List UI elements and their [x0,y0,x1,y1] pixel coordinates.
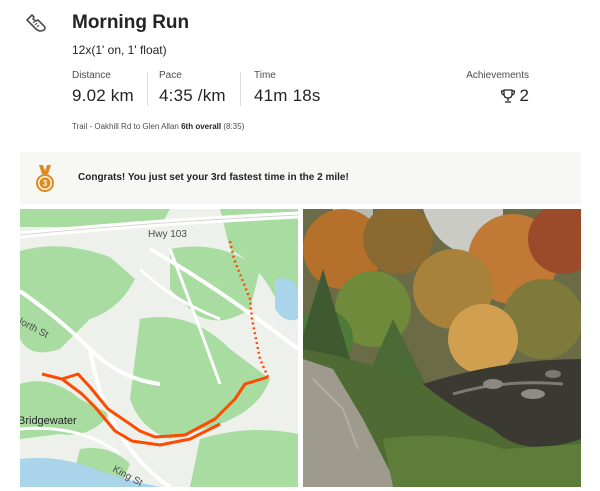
stat-pace: Pace 4:35 /km [159,70,226,106]
segment-result[interactable]: Trail - Oakhill Rd to Glen Allan 6th ove… [72,122,244,131]
map-park [190,430,298,487]
achievement-banner: 3 Congrats! You just set your 3rd fastes… [20,152,581,204]
banner-message: Congrats! You just set your 3rd fastest … [78,172,349,183]
achievements-label: Achievements [466,70,529,81]
trophy-icon [500,89,515,103]
svg-text:3: 3 [43,179,48,188]
achievements[interactable]: Achievements 2 [466,70,529,106]
segment-name: Trail - Oakhill Rd to Glen Allan [72,122,179,131]
stat-distance-value: 9.02 km [72,86,134,105]
segment-time: (8:35) [223,122,245,131]
stat-divider [240,72,241,106]
stat-time-label: Time [254,70,276,81]
stat-divider [147,72,148,106]
photo-image [303,209,581,487]
running-shoe-icon [26,14,46,32]
map-label-town: Bridgewater [20,415,77,427]
activity-title: Morning Run [72,12,190,33]
stat-pace-label: Pace [159,70,182,81]
activity-photo[interactable] [303,209,581,487]
stat-time-value: 41m 18s [254,86,321,105]
stat-pace-value: 4:35 /km [159,86,226,105]
segment-rank: 6th overall [181,122,222,131]
map-label-highway: Hwy 103 [148,229,187,240]
stat-distance-label: Distance [72,70,111,81]
activity-description: 12x(1' on, 1' float) [72,43,167,57]
route-map[interactable]: Hwy 103 North St Bridgewater King St [20,209,298,487]
stat-time: Time 41m 18s [254,70,321,106]
stat-distance: Distance 9.02 km [72,70,134,106]
bronze-medal-icon: 3 [36,165,54,192]
map-canvas: Hwy 103 North St Bridgewater King St [20,209,298,487]
achievements-count: 2 [519,86,529,105]
